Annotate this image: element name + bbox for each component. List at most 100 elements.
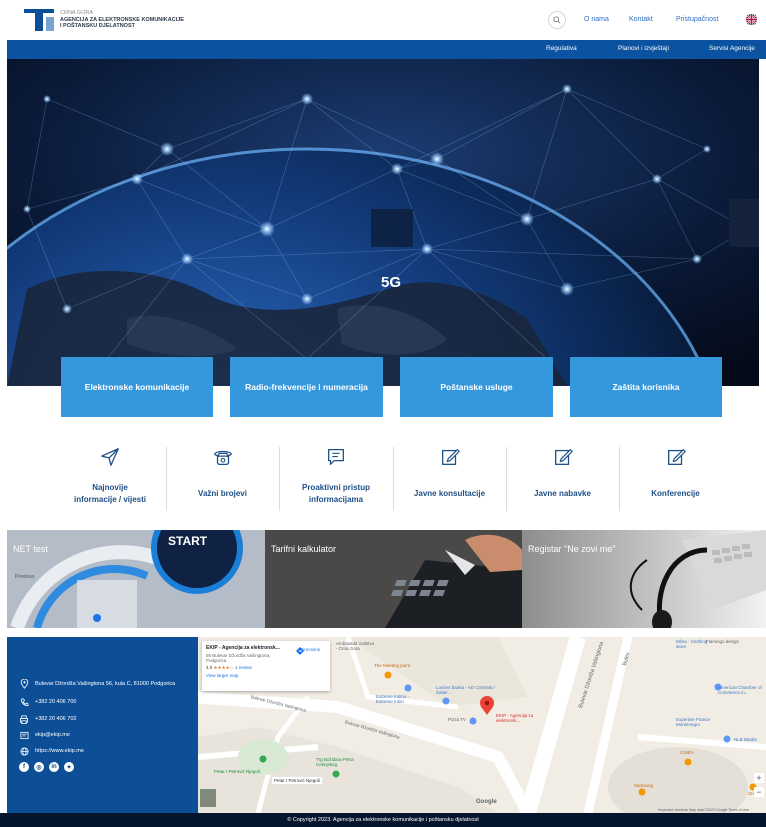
tile-net-test-label: NET test bbox=[13, 544, 48, 554]
google-map[interactable]: EKIP - Agencija za elektronsk... 56 Bule… bbox=[198, 637, 766, 813]
quick-link-news[interactable]: Najnovije informacije / vijesti bbox=[55, 446, 165, 512]
tile-tariff-calculator[interactable]: Tarifni kalkulator bbox=[265, 530, 522, 628]
footer-address-text: Bulevar Džordža Vašingtona 56, kula C, 8… bbox=[35, 681, 176, 687]
nav-accessibility[interactable]: Pristupačnost bbox=[676, 16, 718, 23]
directions-icon bbox=[296, 647, 304, 655]
footer-email[interactable]: ekip@ekip.me bbox=[19, 730, 70, 740]
quick-link-proactive-line1: Proaktivni pristup bbox=[301, 483, 370, 492]
footer-email-text: ekip@ekip.me bbox=[35, 732, 70, 738]
map-label: Ambasada vodstvo - Crna Gora bbox=[336, 641, 375, 651]
main-nav: Regulativa Planovi i izvještaji Servisi … bbox=[7, 40, 766, 59]
search-button[interactable] bbox=[548, 11, 566, 29]
map-card-rating: 4.0 ★★★★☆ 1 review bbox=[206, 665, 252, 670]
map-label: Pizza TV bbox=[448, 717, 466, 722]
map-label: Mlina - Clothing store bbox=[676, 639, 708, 649]
quick-link-proactive-line2: informacijama bbox=[308, 495, 364, 504]
nav-plans-reports[interactable]: Planovi i izvještaji bbox=[618, 45, 669, 52]
linkedin-icon[interactable]: in bbox=[49, 762, 59, 772]
organization-name: CRNA GORA AGENCIJA ZA ELEKTRONSKE KOMUNI… bbox=[60, 10, 184, 30]
map-label: Lovćen banka - AD Centrala / Šalter... bbox=[436, 685, 495, 695]
location-pin-icon bbox=[19, 679, 29, 689]
previous-label: Previous bbox=[15, 574, 35, 580]
agency-logo[interactable] bbox=[24, 9, 54, 31]
tile-do-not-call-label: Registar "Ne zovi me" bbox=[528, 544, 616, 554]
quick-link-conferences-label: Konferencije bbox=[651, 489, 700, 498]
search-icon bbox=[553, 16, 561, 24]
org-name-line2: I POŠTANSKU DJELATNOST bbox=[60, 23, 135, 29]
copyright-bar: © Copyright 2023. Agencija za elektronsk… bbox=[0, 813, 766, 827]
earth-network-image bbox=[7, 59, 759, 386]
category-postal-services[interactable]: Poštanske usluge bbox=[400, 357, 553, 417]
quick-link-conferences[interactable]: Konferencije bbox=[620, 446, 731, 512]
site-header: CRNA GORA AGENCIJA ZA ELEKTRONSKE KOMUNI… bbox=[0, 0, 766, 40]
quick-link-important-numbers[interactable]: Važni brojevi bbox=[167, 446, 278, 512]
telephone-icon bbox=[213, 450, 232, 465]
map-card-address: 56 Bulevar Džordža Vašingtona, Podgorica bbox=[206, 653, 271, 663]
uk-flag-icon[interactable] bbox=[746, 14, 757, 25]
category-radio-frequencies[interactable]: Radio-frekvencije i numeracija bbox=[230, 357, 383, 417]
footer-website[interactable]: https://www.ekip.me bbox=[19, 746, 84, 756]
map-label: Expertise France Montenegro bbox=[676, 717, 711, 727]
quick-link-public-consultations-label: Javne konsultacije bbox=[413, 489, 486, 498]
fax-icon bbox=[19, 714, 29, 724]
quick-link-label: Proaktivni pristup informacijama bbox=[280, 476, 392, 512]
map-zoom-in-button[interactable]: + bbox=[754, 773, 764, 783]
footer-fax: +382 20 406 702 bbox=[19, 714, 76, 724]
footer-website-text: https://www.ekip.me bbox=[35, 748, 84, 754]
slider-next-button[interactable] bbox=[729, 199, 759, 247]
twitter-icon[interactable]: ✦ bbox=[64, 762, 74, 772]
map-label: NLB Banka bbox=[734, 737, 757, 742]
footer-phone[interactable]: +382 20 406 700 bbox=[19, 697, 76, 707]
map-label: American Chamber of Commerce in... bbox=[718, 685, 762, 695]
tile-net-test[interactable]: NET test START Previous bbox=[7, 530, 265, 628]
edit-icon bbox=[667, 449, 686, 465]
map-label: CINEA bbox=[680, 750, 694, 755]
hero-5g-label: 5G bbox=[381, 274, 402, 291]
nav-agency-services[interactable]: Servisi Agencije bbox=[709, 45, 755, 52]
mail-icon bbox=[19, 730, 29, 740]
quick-link-public-procurement-label: Javne nabavke bbox=[534, 489, 591, 498]
instagram-icon[interactable]: ◎ bbox=[34, 762, 44, 772]
message-icon bbox=[328, 449, 344, 465]
edit-icon bbox=[441, 449, 460, 465]
category-user-protection[interactable]: Zaštita korisnika bbox=[570, 357, 722, 417]
quick-link-public-procurement[interactable]: Javne nabavke bbox=[507, 446, 618, 512]
send-icon bbox=[101, 448, 119, 466]
footer-phone-text: +382 20 406 700 bbox=[35, 699, 77, 705]
nav-contact[interactable]: Kontakt bbox=[629, 16, 653, 23]
footer-address: Bulevar Džordža Vašingtona 56, kula C, 8… bbox=[19, 679, 175, 689]
edit-icon bbox=[554, 449, 573, 465]
map-card-rating-value: 4.0 bbox=[206, 665, 213, 670]
map-zoom-out-button[interactable]: − bbox=[754, 787, 764, 797]
map-label: The Meeting point bbox=[374, 663, 411, 668]
map-larger-link[interactable]: View larger map bbox=[206, 673, 326, 678]
map-card-reviews[interactable]: 1 review bbox=[235, 665, 252, 670]
map-label: Extreme Intimo - Extreme Intim bbox=[376, 694, 410, 704]
map-attribution[interactable]: Keyboard shortcuts Map data ©2023 Google… bbox=[658, 808, 749, 812]
quick-link-news-line1: Najnovije bbox=[92, 483, 128, 492]
quick-link-important-numbers-label: Važni brojevi bbox=[198, 489, 247, 498]
map-label: EKIP - Agencija za elektronsk... bbox=[496, 713, 534, 723]
quick-link-news-line2: informacije / vijesti bbox=[73, 495, 147, 504]
phone-icon bbox=[19, 697, 29, 707]
tile-do-not-call-registry[interactable]: Registar "Ne zovi me" bbox=[522, 530, 766, 628]
hero-banner: 5G bbox=[7, 59, 759, 386]
facebook-icon[interactable]: f bbox=[19, 762, 29, 772]
start-label: START bbox=[168, 534, 208, 548]
quick-link-label: Najnovije informacije / vijesti bbox=[55, 476, 165, 512]
google-logo: Google bbox=[476, 799, 497, 805]
footer-contact: Bulevar Džordža Vašingtona 56, kula C, 8… bbox=[7, 637, 198, 813]
quick-link-public-consultations[interactable]: Javne konsultacije bbox=[394, 446, 505, 512]
quick-link-proactive-access[interactable]: Proaktivni pristup informacijama bbox=[280, 446, 392, 512]
globe-icon bbox=[19, 746, 29, 756]
page: CRNA GORA AGENCIJA ZA ELEKTRONSKE KOMUNI… bbox=[0, 0, 766, 827]
footer-fax-text: +382 20 406 702 bbox=[35, 716, 77, 722]
map-directions-button[interactable]: Directions bbox=[296, 647, 324, 655]
map-label: Trg Božidara Petra Cetinjskog bbox=[316, 757, 354, 767]
map-place-card: EKIP - Agencija za elektronsk... 56 Bule… bbox=[202, 641, 330, 691]
category-electronic-communications[interactable]: Elektronske komunikacije bbox=[61, 357, 213, 417]
nav-about[interactable]: O nama bbox=[584, 16, 609, 23]
map-label: Petar I Petrović Njegoš bbox=[214, 769, 261, 774]
nav-regulation[interactable]: Regulativa bbox=[546, 45, 577, 52]
social-links: f ◎ in ✦ bbox=[19, 762, 74, 772]
